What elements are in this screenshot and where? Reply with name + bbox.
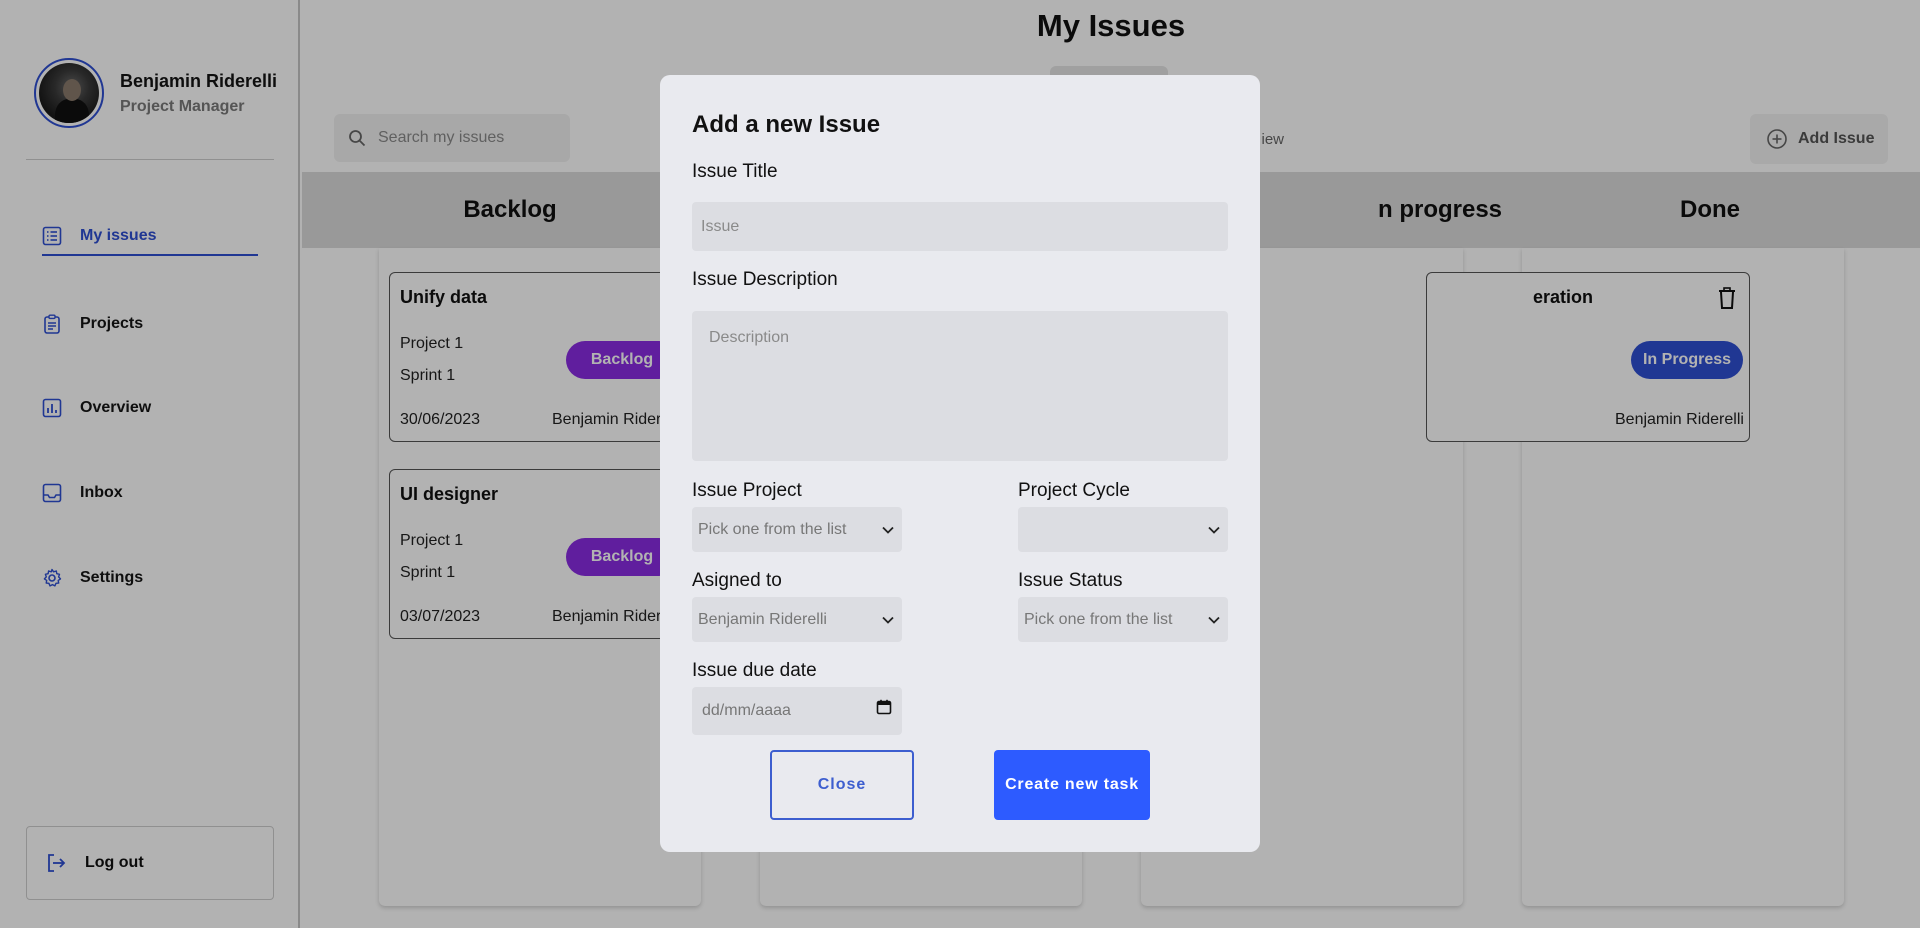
assigned-to-value: Benjamin Riderelli	[698, 610, 827, 628]
issue-status-select[interactable]: Pick one from the list	[1018, 597, 1228, 642]
modal-title: Add a new Issue	[692, 111, 881, 138]
chevron-down-icon	[1208, 616, 1220, 624]
issue-description-label: Issue Description	[692, 269, 838, 290]
project-cycle-label: Project Cycle	[1018, 480, 1130, 501]
issue-status-label: Issue Status	[1018, 570, 1123, 591]
issue-title-label: Issue Title	[692, 161, 778, 182]
issue-project-select[interactable]: Pick one from the list	[692, 507, 902, 552]
chevron-down-icon	[1208, 526, 1220, 534]
issue-project-value: Pick one from the list	[698, 520, 847, 538]
add-issue-modal: Add a new Issue Issue Title Issue Issue …	[660, 75, 1260, 852]
issue-title-input[interactable]: Issue	[692, 202, 1228, 251]
issue-due-date-label: Issue due date	[692, 660, 817, 681]
assigned-to-label: Asigned to	[692, 570, 782, 591]
close-button[interactable]: Close	[770, 750, 914, 820]
issue-title-placeholder: Issue	[701, 218, 740, 235]
create-task-button[interactable]: Create new task	[994, 750, 1150, 820]
issue-description-textarea[interactable]: Description	[692, 311, 1228, 461]
assigned-to-select[interactable]: Benjamin Riderelli	[692, 597, 902, 642]
issue-status-value: Pick one from the list	[1024, 610, 1173, 628]
project-cycle-select[interactable]	[1018, 507, 1228, 552]
chevron-down-icon	[882, 616, 894, 624]
calendar-icon[interactable]	[876, 699, 892, 715]
issue-due-date-placeholder: dd/mm/aaaa	[702, 702, 791, 719]
issue-description-placeholder: Description	[709, 329, 790, 346]
issue-due-date-input[interactable]: dd/mm/aaaa	[692, 687, 902, 735]
issue-project-label: Issue Project	[692, 480, 802, 501]
chevron-down-icon	[882, 526, 894, 534]
